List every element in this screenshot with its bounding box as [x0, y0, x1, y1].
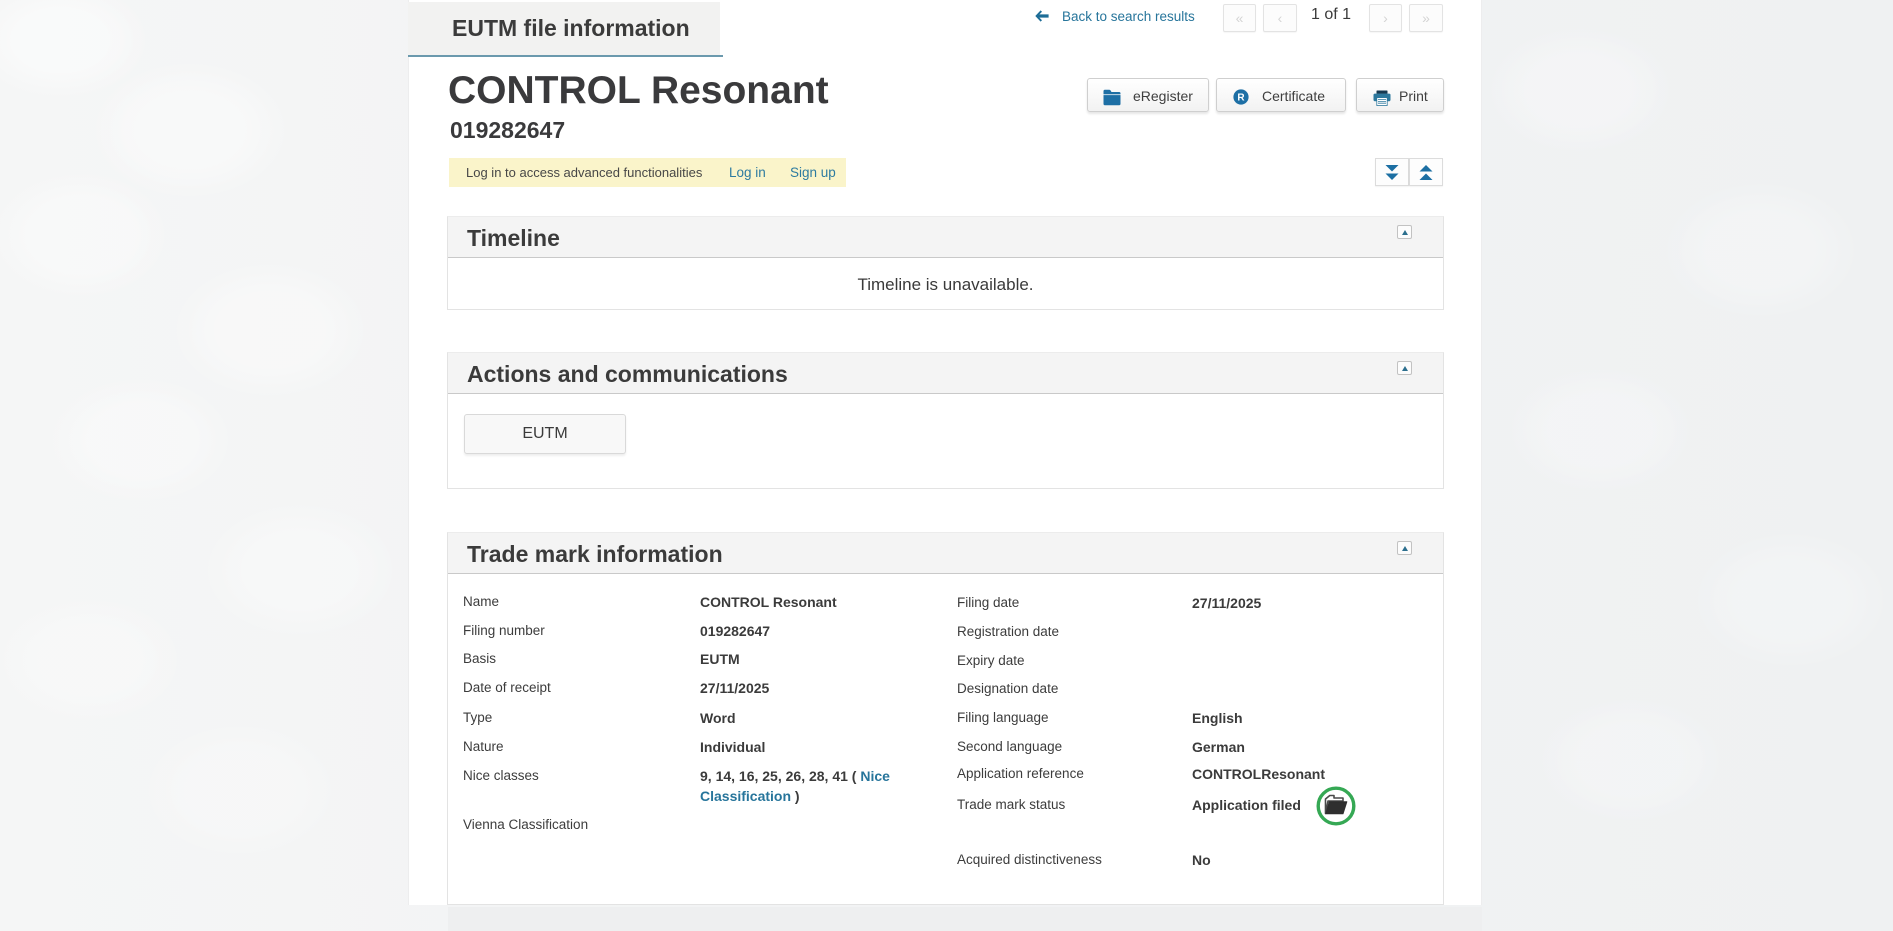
svg-text:R: R	[1237, 93, 1245, 104]
